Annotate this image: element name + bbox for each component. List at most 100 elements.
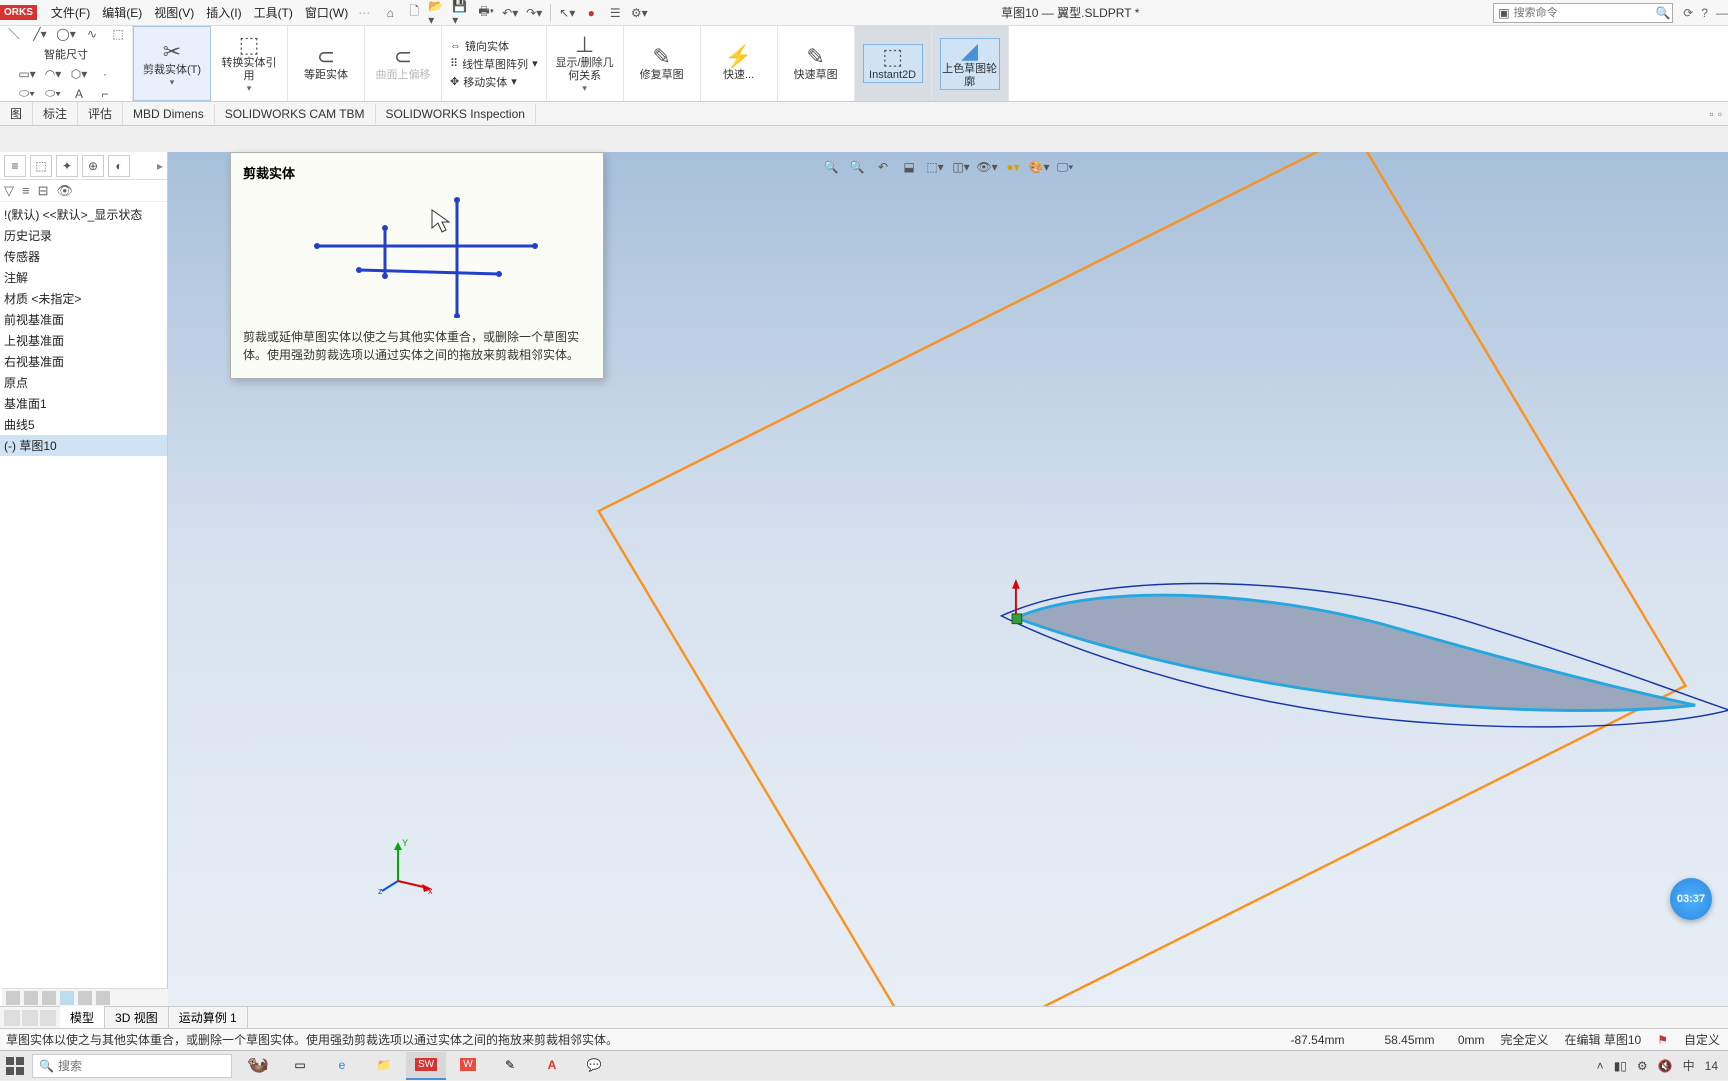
- line-icon[interactable]: ＼: [4, 24, 24, 44]
- tray-wifi-icon[interactable]: ⚙: [1637, 1059, 1648, 1073]
- smart-dimension-label[interactable]: 智能尺寸: [44, 46, 88, 62]
- vm-icon-5[interactable]: [78, 991, 92, 1005]
- tree-right-plane[interactable]: 右视基准面: [0, 351, 167, 372]
- print-icon[interactable]: 🖶▾: [476, 3, 496, 23]
- circle-icon[interactable]: ◯▾: [56, 24, 76, 44]
- fm-tab-display-icon[interactable]: ◐: [108, 155, 130, 177]
- quick-snap-button[interactable]: ⚡ 快速...: [709, 45, 769, 82]
- command-search[interactable]: ▣ 🔍: [1493, 3, 1673, 23]
- fm-collapse-icon[interactable]: ⊟: [38, 183, 49, 199]
- bt-icon-2[interactable]: [22, 1010, 38, 1026]
- vm-icon-2[interactable]: [24, 991, 38, 1005]
- move-entities-button[interactable]: ✥移动实体 ▾: [450, 74, 538, 90]
- lock-dim-icon[interactable]: ⬚: [108, 24, 128, 44]
- fm-filter-icon[interactable]: ▽: [4, 183, 14, 199]
- fm-tab-config-icon[interactable]: ✦: [56, 155, 78, 177]
- tree-material[interactable]: 材质 <未指定>: [0, 288, 167, 309]
- fm-tab-dim-icon[interactable]: ⊕: [82, 155, 104, 177]
- taskbar-app-notes[interactable]: ✎: [490, 1052, 530, 1080]
- redo-icon[interactable]: ↷▾: [524, 3, 544, 23]
- display-relations-button[interactable]: ⊥ 显示/删除几何关系 ▾: [555, 33, 615, 94]
- command-search-input[interactable]: [1514, 7, 1656, 19]
- rapid-sketch-button[interactable]: ✎ 快速草图: [786, 45, 846, 82]
- fm-tab-more-icon[interactable]: ▸: [157, 159, 163, 173]
- settings-icon[interactable]: ⚙▾: [629, 3, 649, 23]
- tree-root[interactable]: !(默认) <<默认>_显示状态: [0, 204, 167, 225]
- tree-curve5[interactable]: 曲线5: [0, 414, 167, 435]
- convert-entities-button[interactable]: ⬚ 转换实体引用 ▾: [219, 33, 279, 94]
- tree-origin[interactable]: 原点: [0, 372, 167, 393]
- tab-expand-left-icon[interactable]: ▫: [1709, 107, 1713, 121]
- bottom-tab-3dview[interactable]: 3D 视图: [105, 1006, 169, 1029]
- tray-clock[interactable]: 14: [1705, 1059, 1718, 1073]
- repair-sketch-button[interactable]: ✎ 修复草图: [632, 45, 692, 82]
- menu-insert[interactable]: 插入(I): [200, 2, 247, 23]
- tree-history[interactable]: 历史记录: [0, 225, 167, 246]
- tree-plane1[interactable]: 基准面1: [0, 393, 167, 414]
- menu-tools[interactable]: 工具(T): [248, 2, 299, 23]
- menu-edit[interactable]: 编辑(E): [96, 2, 148, 23]
- options-icon[interactable]: ☰: [605, 3, 625, 23]
- fillet-icon[interactable]: ⌐: [95, 84, 115, 104]
- fm-tab-tree-icon[interactable]: ≡: [4, 155, 26, 177]
- tab-cam-tbm[interactable]: SOLIDWORKS CAM TBM: [215, 104, 376, 124]
- arc-icon[interactable]: ◠▾: [43, 64, 63, 84]
- taskbar-app-solidworks[interactable]: SW: [406, 1052, 446, 1080]
- menu-window[interactable]: 窗口(W): [299, 2, 354, 23]
- ellipse-icon[interactable]: ⬭▾: [43, 84, 63, 104]
- start-button[interactable]: [0, 1051, 30, 1081]
- refresh-icon[interactable]: ⟳: [1683, 6, 1693, 20]
- rect-icon[interactable]: ▭▾: [17, 64, 37, 84]
- taskbar-app-autocad[interactable]: A: [532, 1052, 572, 1080]
- select-icon[interactable]: ↖▾: [557, 3, 577, 23]
- vm-icon-1[interactable]: [6, 991, 20, 1005]
- tree-top-plane[interactable]: 上视基准面: [0, 330, 167, 351]
- taskbar-app-wechat[interactable]: 💬: [574, 1052, 614, 1080]
- bottom-tab-model[interactable]: 模型: [60, 1006, 105, 1029]
- help-icon[interactable]: ?: [1701, 6, 1708, 20]
- tab-expand-right-icon[interactable]: ▫: [1718, 107, 1722, 121]
- tray-ime[interactable]: 中: [1683, 1057, 1695, 1074]
- taskbar-app-wps[interactable]: W: [448, 1052, 488, 1080]
- slot-icon[interactable]: ⬭▾: [17, 84, 37, 104]
- menu-more-icon[interactable]: ⋯: [358, 6, 370, 20]
- tab-sketch[interactable]: 图: [0, 102, 33, 125]
- offset-entities-button[interactable]: ⊂ 等距实体: [296, 45, 356, 82]
- tray-chevron-icon[interactable]: ˄: [1597, 1059, 1604, 1073]
- save-icon[interactable]: 💾▾: [452, 3, 472, 23]
- menu-view[interactable]: 视图(V): [148, 2, 200, 23]
- open-icon[interactable]: 📂▾: [428, 3, 448, 23]
- instant2d-button[interactable]: ⬚ Instant2D: [863, 44, 923, 83]
- fm-hideshow-icon[interactable]: 👁: [57, 183, 74, 199]
- vm-icon-3[interactable]: [42, 991, 56, 1005]
- bottom-tab-motion[interactable]: 运动算例 1: [169, 1006, 248, 1029]
- menu-file[interactable]: 文件(F): [45, 2, 96, 23]
- tree-front-plane[interactable]: 前视基准面: [0, 309, 167, 330]
- new-doc-icon[interactable]: 🗋: [404, 3, 424, 23]
- line-tool-icon[interactable]: ╱▾: [30, 24, 50, 44]
- home-icon[interactable]: ⌂: [380, 3, 400, 23]
- bt-icon-1[interactable]: [4, 1010, 20, 1026]
- orientation-triad[interactable]: Y x z: [378, 836, 438, 896]
- bt-icon-3[interactable]: [40, 1010, 56, 1026]
- tree-sketch10[interactable]: (-) 草图10: [0, 435, 167, 456]
- taskbar-search[interactable]: 🔍: [32, 1054, 232, 1078]
- tray-battery-icon[interactable]: ▮▯: [1614, 1059, 1627, 1073]
- taskbar-app-explorer[interactable]: 📁: [364, 1052, 404, 1080]
- polygon-icon[interactable]: ⬡▾: [69, 64, 89, 84]
- spline-icon[interactable]: ∿: [82, 24, 102, 44]
- minimize-icon[interactable]: —: [1716, 6, 1728, 20]
- trim-entities-button[interactable]: ✂ 剪裁实体(T) ▾: [142, 40, 202, 88]
- tab-annotate[interactable]: 标注: [33, 102, 78, 125]
- status-custom[interactable]: 自定义: [1676, 1031, 1728, 1048]
- fm-tab-prop-icon[interactable]: ⬚: [30, 155, 52, 177]
- tab-evaluate[interactable]: 评估: [78, 102, 123, 125]
- taskbar-search-input[interactable]: [58, 1059, 225, 1073]
- tab-inspection[interactable]: SOLIDWORKS Inspection: [376, 104, 536, 124]
- tree-annotations[interactable]: 注解: [0, 267, 167, 288]
- tray-volume-icon[interactable]: 🔇: [1658, 1059, 1673, 1073]
- text-icon[interactable]: A: [69, 84, 89, 104]
- rebuild-icon[interactable]: ●: [581, 3, 601, 23]
- taskbar-app-taskview[interactable]: ▭: [280, 1052, 320, 1080]
- tree-sensors[interactable]: 传感器: [0, 246, 167, 267]
